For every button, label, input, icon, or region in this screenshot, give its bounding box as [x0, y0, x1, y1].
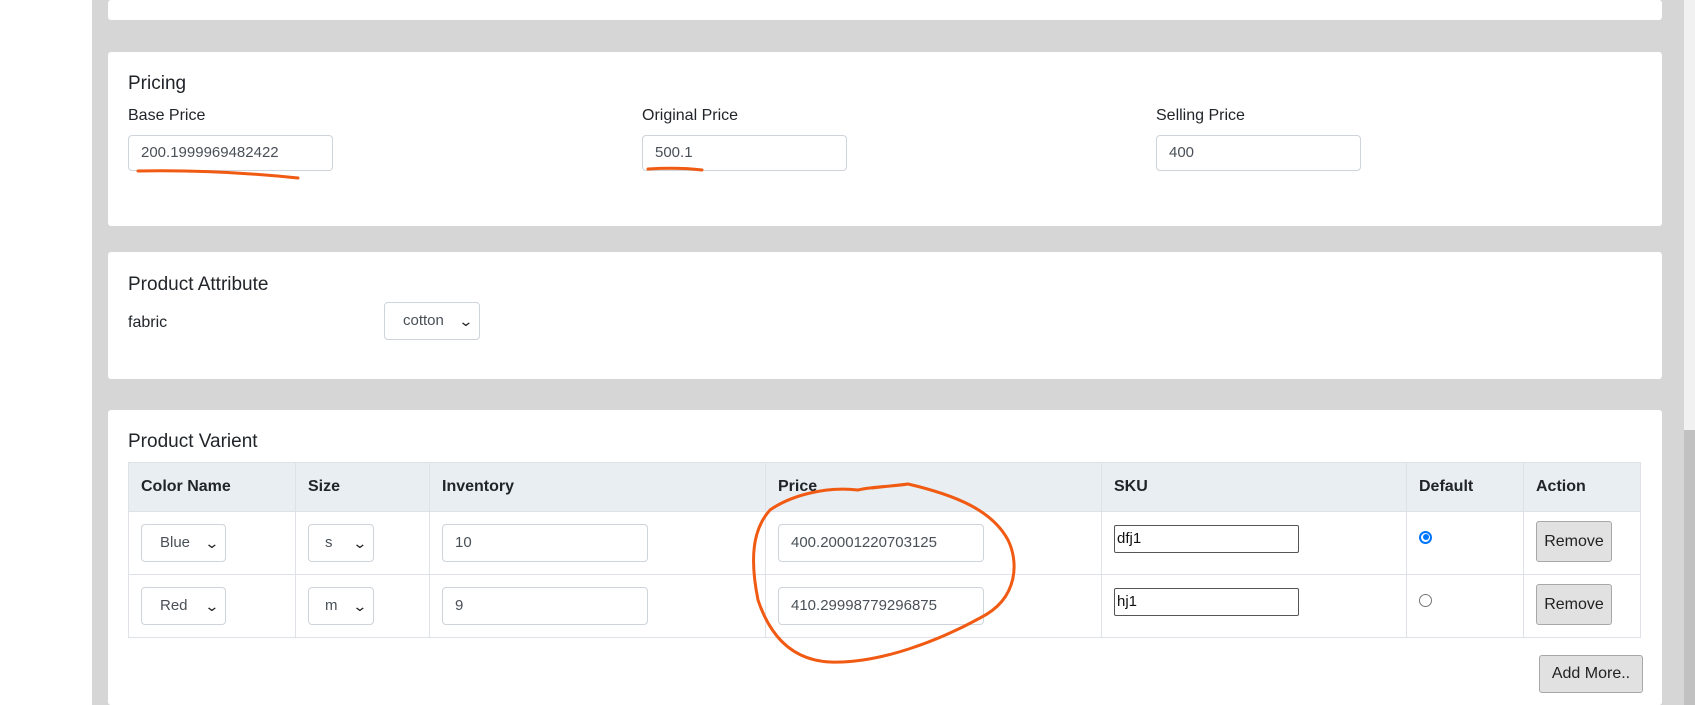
- action-cell: Remove: [1523, 574, 1641, 638]
- default-radio-selected[interactable]: [1419, 530, 1432, 544]
- product-variant-title: Product Varient: [128, 431, 258, 452]
- col-action: Action: [1523, 462, 1641, 512]
- product-attribute-title: Product Attribute: [128, 274, 269, 295]
- col-price: Price: [765, 462, 1102, 512]
- chevron-down-icon: ⌄: [204, 535, 220, 551]
- inventory-input[interactable]: 9: [442, 587, 648, 625]
- sku-cell: hj1: [1101, 574, 1407, 638]
- fabric-select-value: cotton: [403, 312, 444, 329]
- col-sku: SKU: [1101, 462, 1407, 512]
- pricing-title: Pricing: [128, 73, 187, 94]
- sku-cell: dfj1: [1101, 511, 1407, 575]
- price-input[interactable]: 400.20001220703125: [778, 524, 984, 562]
- size-cell: m ⌄: [295, 574, 430, 638]
- base-price-label: Base Price: [128, 107, 206, 124]
- col-size: Size: [295, 462, 430, 512]
- default-cell: [1406, 511, 1524, 575]
- remove-button[interactable]: Remove: [1536, 583, 1612, 625]
- action-cell: Remove: [1523, 511, 1641, 575]
- color-select[interactable]: Blue ⌄: [141, 524, 226, 562]
- color-cell: Blue ⌄: [128, 511, 296, 575]
- product-variant-card: Product Varient Color Name Size Inventor…: [108, 410, 1662, 705]
- previous-section-card: [108, 0, 1662, 20]
- add-more-button[interactable]: Add More..: [1539, 655, 1643, 693]
- original-price-label: Original Price: [642, 107, 739, 124]
- size-select-value: s: [325, 534, 333, 551]
- chevron-down-icon: ⌄: [352, 535, 368, 551]
- col-inventory: Inventory: [429, 462, 766, 512]
- chevron-down-icon: ⌄: [458, 313, 474, 329]
- size-select-value: m: [325, 597, 338, 614]
- table-row: Blue ⌄ s ⌄ 10 400.20001220703125 dfj1 Re…: [128, 511, 1641, 575]
- col-color-name: Color Name: [128, 462, 296, 512]
- inventory-input[interactable]: 10: [442, 524, 648, 562]
- color-select-value: Blue: [160, 534, 191, 551]
- base-price-input[interactable]: 200.1999969482422: [128, 135, 333, 171]
- chevron-down-icon: ⌄: [352, 598, 368, 614]
- attribute-name-label: fabric: [128, 314, 168, 331]
- inventory-cell: 10: [429, 511, 766, 575]
- chevron-down-icon: ⌄: [204, 598, 220, 614]
- sku-input[interactable]: hj1: [1114, 588, 1299, 616]
- sku-input[interactable]: dfj1: [1114, 525, 1299, 553]
- variant-table: Color Name Size Inventory Price SKU Defa…: [128, 462, 1641, 638]
- selling-price-label: Selling Price: [1156, 107, 1245, 124]
- remove-button[interactable]: Remove: [1536, 520, 1612, 562]
- size-select[interactable]: m ⌄: [308, 587, 374, 625]
- table-row: Red ⌄ m ⌄ 9 410.29998779296875 hj1 Remov…: [128, 574, 1641, 638]
- product-attribute-card: Product Attribute fabric cotton ⌄: [108, 252, 1662, 379]
- original-price-input[interactable]: 500.1: [642, 135, 847, 171]
- default-cell: [1406, 574, 1524, 638]
- default-radio[interactable]: [1419, 593, 1432, 607]
- price-input[interactable]: 410.29998779296875: [778, 587, 984, 625]
- price-cell: 410.29998779296875: [765, 574, 1102, 638]
- size-select[interactable]: s ⌄: [308, 524, 374, 562]
- color-select[interactable]: Red ⌄: [141, 587, 226, 625]
- size-cell: s ⌄: [295, 511, 430, 575]
- scrollbar-thumb[interactable]: [1684, 430, 1695, 705]
- color-select-value: Red: [160, 597, 188, 614]
- selling-price-input[interactable]: 400: [1156, 135, 1361, 171]
- price-cell: 400.20001220703125: [765, 511, 1102, 575]
- fabric-select[interactable]: cotton ⌄: [384, 302, 480, 340]
- variant-table-header: Color Name Size Inventory Price SKU Defa…: [128, 462, 1641, 512]
- inventory-cell: 9: [429, 574, 766, 638]
- col-default: Default: [1406, 462, 1524, 512]
- pricing-card: Pricing Base Price 200.1999969482422 Ori…: [108, 52, 1662, 226]
- color-cell: Red ⌄: [128, 574, 296, 638]
